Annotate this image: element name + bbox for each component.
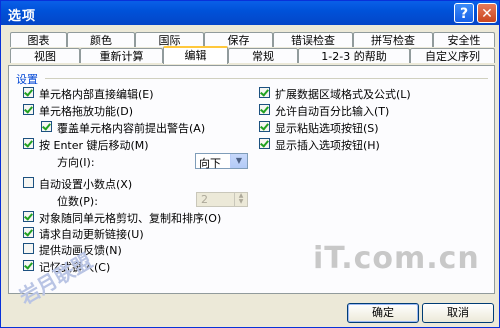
ok-button[interactable]: 确定 [347,303,419,323]
insert-options-label: 显示插入选项按钮(H) [275,139,380,152]
direction-select[interactable]: 向下 ▼ [195,153,248,170]
close-button[interactable]: ✕ [477,3,497,23]
auto-percent-checkbox[interactable] [259,104,270,115]
title-bar[interactable]: 选项 ? ✕ [1,1,499,25]
direction-value: 向下 [199,157,221,170]
edit-directly-in-cell-label: 单元格内部直接编辑(E) [39,88,154,101]
tab-security[interactable]: 安全性 [433,32,495,47]
auto-percent-label: 允许自动百分比输入(T) [275,105,390,118]
help-button[interactable]: ? [454,3,474,23]
spin-arrows-icon[interactable]: ▲ ▼ [234,193,247,206]
tab-save[interactable]: 保存 [204,32,273,47]
tab-custom-lists[interactable]: 自定义序列 [410,48,495,63]
autocomplete-checkbox[interactable] [23,260,34,271]
tab-spelling[interactable]: 拼写检查 [353,32,433,47]
tab-error-checking[interactable]: 错误检查 [273,32,353,47]
places-label: 位数(P): [57,195,98,208]
cancel-button[interactable]: 取消 [422,303,494,323]
chevron-down-icon[interactable]: ▼ [230,154,247,168]
places-value: 2 [201,193,208,206]
fixed-decimal-checkbox[interactable] [23,177,34,188]
tab-lotus-help[interactable]: 1-2-3 的帮助 [298,48,410,63]
options-dialog: 选项 ? ✕ 图表 颜色 国际 保存 错误检查 拼写检查 安全性 视图 重新计算… [0,0,500,328]
tab-international[interactable]: 国际 [135,32,204,47]
fixed-decimal-label: 自动设置小数点(X) [39,178,133,191]
cut-copy-sort-objects-checkbox[interactable] [23,211,34,222]
direction-label: 方向(I): [57,156,95,169]
tab-edit[interactable]: 编辑 [163,46,228,64]
places-spinner[interactable]: 2 ▲ ▼ [196,192,248,207]
window-title: 选项 [8,9,37,24]
ask-update-links-label: 请求自动更新链接(U) [39,228,144,241]
alert-overwrite-checkbox[interactable] [41,121,52,132]
move-after-enter-checkbox[interactable] [23,138,34,149]
group-divider [45,78,488,79]
insert-options-checkbox[interactable] [259,138,270,149]
move-after-enter-label: 按 Enter 键后移动(M) [39,139,149,152]
paste-options-label: 显示粘贴选项按钮(S) [275,122,379,135]
extend-formats-label: 扩展数据区域格式及公式(L) [275,88,411,101]
cut-copy-sort-objects-label: 对象随同单元格剪切、复制和排序(O) [39,212,222,225]
alert-overwrite-label: 覆盖单元格内容前提出警告(A) [57,122,206,135]
tab-view[interactable]: 视图 [10,48,80,63]
paste-options-checkbox[interactable] [259,121,270,132]
tab-general[interactable]: 常规 [228,48,298,63]
animation-feedback-checkbox[interactable] [23,243,34,254]
tab-chart[interactable]: 图表 [10,32,67,47]
brand-watermark: iT.com.cn [313,241,480,276]
edit-directly-in-cell-checkbox[interactable] [23,87,34,98]
tab-calculation[interactable]: 重新计算 [80,48,163,63]
settings-group-title: 设置 [16,73,38,86]
ask-update-links-checkbox[interactable] [23,227,34,238]
drag-drop-label: 单元格拖放功能(D) [39,105,134,118]
extend-formats-checkbox[interactable] [259,87,270,98]
tab-color[interactable]: 颜色 [67,32,135,47]
drag-drop-checkbox[interactable] [23,104,34,115]
